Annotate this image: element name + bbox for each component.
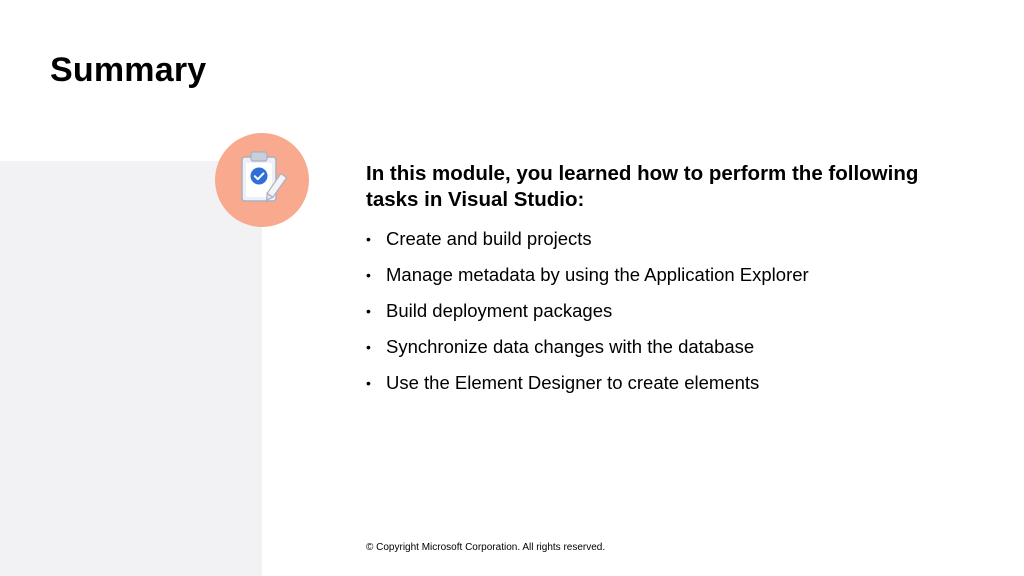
bullet-text: Synchronize data changes with the databa… <box>386 336 755 357</box>
intro-text: In this module, you learned how to perfo… <box>366 162 919 211</box>
bullet-item: • Use the Element Designer to create ele… <box>366 370 809 406</box>
bullet-item: • Build deployment packages <box>366 298 809 334</box>
bullet-list: • Create and build projects • Manage met… <box>366 226 809 406</box>
bullet-text: Manage metadata by using the Application… <box>386 264 809 285</box>
bullet-item: • Create and build projects <box>366 226 809 262</box>
bullet-marker: • <box>366 231 371 247</box>
bullet-marker: • <box>366 339 371 355</box>
bullet-text: Build deployment packages <box>386 300 613 321</box>
bullet-text: Use the Element Designer to create eleme… <box>386 372 760 393</box>
bullet-item: • Synchronize data changes with the data… <box>366 334 809 370</box>
clipboard-badge <box>215 133 309 227</box>
slide-title: Summary <box>50 51 207 89</box>
bullet-text: Create and build projects <box>386 228 592 249</box>
clipboard-check-icon <box>241 151 287 202</box>
bullet-marker: • <box>366 303 371 319</box>
copyright-notice: © Copyright Microsoft Corporation. All r… <box>366 542 606 553</box>
bullet-marker: • <box>366 375 371 391</box>
bullet-item: • Manage metadata by using the Applicati… <box>366 262 809 298</box>
bullet-marker: • <box>366 267 371 283</box>
